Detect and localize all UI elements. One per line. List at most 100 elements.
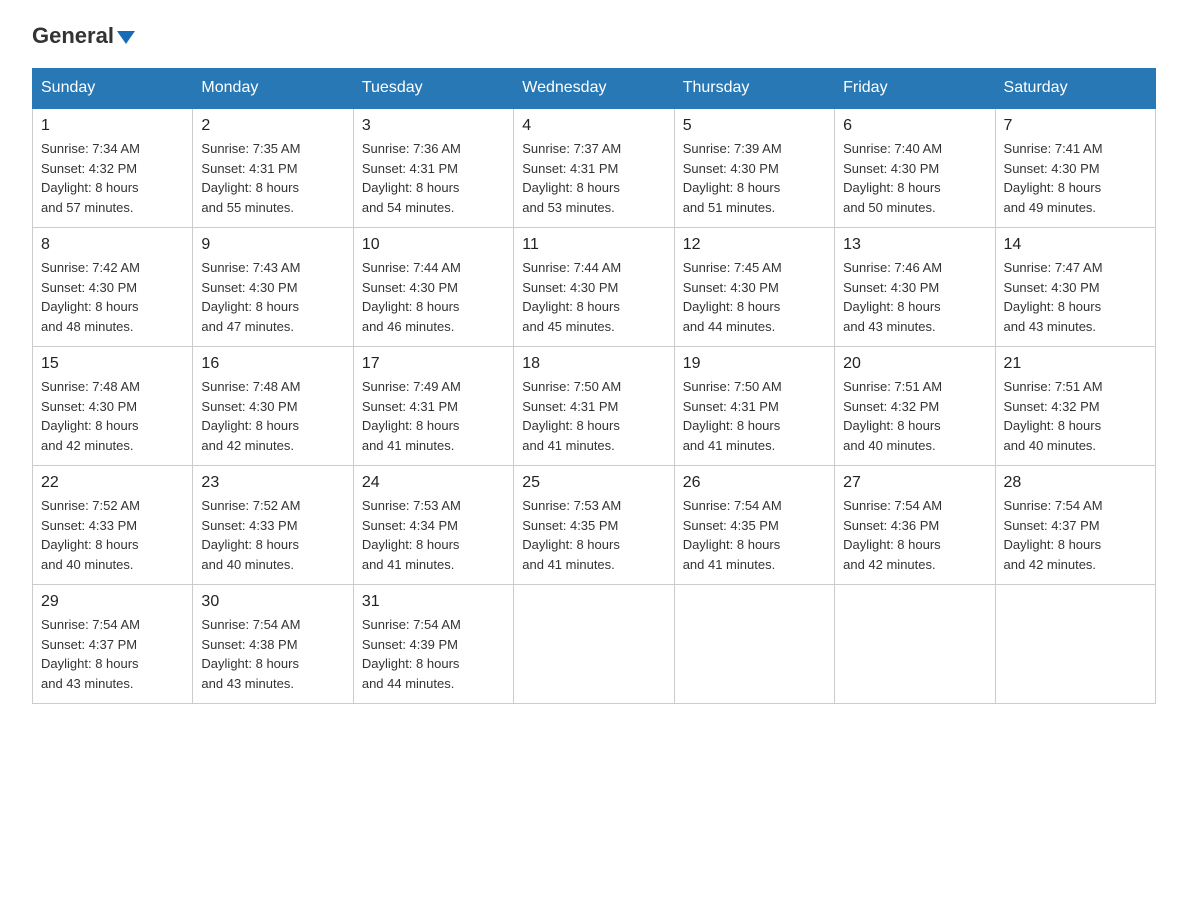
day-number: 21 <box>1004 355 1147 373</box>
day-number: 30 <box>201 593 344 611</box>
day-info: Sunrise: 7:54 AMSunset: 4:39 PMDaylight:… <box>362 615 505 693</box>
day-info: Sunrise: 7:34 AMSunset: 4:32 PMDaylight:… <box>41 139 184 217</box>
col-header-thursday: Thursday <box>674 69 834 109</box>
day-number: 7 <box>1004 117 1147 135</box>
day-info: Sunrise: 7:52 AMSunset: 4:33 PMDaylight:… <box>201 496 344 574</box>
day-info: Sunrise: 7:54 AMSunset: 4:36 PMDaylight:… <box>843 496 986 574</box>
calendar-cell <box>835 585 995 704</box>
day-number: 23 <box>201 474 344 492</box>
calendar-cell: 30 Sunrise: 7:54 AMSunset: 4:38 PMDaylig… <box>193 585 353 704</box>
day-number: 5 <box>683 117 826 135</box>
day-info: Sunrise: 7:40 AMSunset: 4:30 PMDaylight:… <box>843 139 986 217</box>
day-number: 16 <box>201 355 344 373</box>
day-info: Sunrise: 7:48 AMSunset: 4:30 PMDaylight:… <box>201 377 344 455</box>
calendar-cell: 1 Sunrise: 7:34 AMSunset: 4:32 PMDayligh… <box>33 108 193 228</box>
calendar-cell <box>995 585 1155 704</box>
calendar-week-row: 1 Sunrise: 7:34 AMSunset: 4:32 PMDayligh… <box>33 108 1156 228</box>
day-info: Sunrise: 7:45 AMSunset: 4:30 PMDaylight:… <box>683 258 826 336</box>
calendar-cell: 15 Sunrise: 7:48 AMSunset: 4:30 PMDaylig… <box>33 347 193 466</box>
day-number: 24 <box>362 474 505 492</box>
calendar-cell: 8 Sunrise: 7:42 AMSunset: 4:30 PMDayligh… <box>33 228 193 347</box>
day-number: 15 <box>41 355 184 373</box>
day-info: Sunrise: 7:49 AMSunset: 4:31 PMDaylight:… <box>362 377 505 455</box>
logo: General <box>32 24 135 48</box>
calendar-cell: 5 Sunrise: 7:39 AMSunset: 4:30 PMDayligh… <box>674 108 834 228</box>
calendar-cell: 2 Sunrise: 7:35 AMSunset: 4:31 PMDayligh… <box>193 108 353 228</box>
day-number: 11 <box>522 236 665 254</box>
calendar-header-row: SundayMondayTuesdayWednesdayThursdayFrid… <box>33 69 1156 109</box>
calendar-cell: 27 Sunrise: 7:54 AMSunset: 4:36 PMDaylig… <box>835 466 995 585</box>
day-number: 25 <box>522 474 665 492</box>
day-info: Sunrise: 7:44 AMSunset: 4:30 PMDaylight:… <box>522 258 665 336</box>
day-info: Sunrise: 7:42 AMSunset: 4:30 PMDaylight:… <box>41 258 184 336</box>
col-header-sunday: Sunday <box>33 69 193 109</box>
day-number: 27 <box>843 474 986 492</box>
calendar-cell: 4 Sunrise: 7:37 AMSunset: 4:31 PMDayligh… <box>514 108 674 228</box>
day-info: Sunrise: 7:39 AMSunset: 4:30 PMDaylight:… <box>683 139 826 217</box>
day-number: 19 <box>683 355 826 373</box>
day-info: Sunrise: 7:46 AMSunset: 4:30 PMDaylight:… <box>843 258 986 336</box>
calendar-week-row: 22 Sunrise: 7:52 AMSunset: 4:33 PMDaylig… <box>33 466 1156 585</box>
calendar-cell: 19 Sunrise: 7:50 AMSunset: 4:31 PMDaylig… <box>674 347 834 466</box>
day-number: 28 <box>1004 474 1147 492</box>
day-info: Sunrise: 7:53 AMSunset: 4:35 PMDaylight:… <box>522 496 665 574</box>
day-info: Sunrise: 7:36 AMSunset: 4:31 PMDaylight:… <box>362 139 505 217</box>
calendar-cell: 24 Sunrise: 7:53 AMSunset: 4:34 PMDaylig… <box>353 466 513 585</box>
calendar-cell: 28 Sunrise: 7:54 AMSunset: 4:37 PMDaylig… <box>995 466 1155 585</box>
day-number: 2 <box>201 117 344 135</box>
calendar-cell: 17 Sunrise: 7:49 AMSunset: 4:31 PMDaylig… <box>353 347 513 466</box>
col-header-tuesday: Tuesday <box>353 69 513 109</box>
col-header-friday: Friday <box>835 69 995 109</box>
calendar-cell: 23 Sunrise: 7:52 AMSunset: 4:33 PMDaylig… <box>193 466 353 585</box>
col-header-saturday: Saturday <box>995 69 1155 109</box>
logo-line1: General <box>32 24 135 48</box>
day-info: Sunrise: 7:41 AMSunset: 4:30 PMDaylight:… <box>1004 139 1147 217</box>
calendar-cell: 21 Sunrise: 7:51 AMSunset: 4:32 PMDaylig… <box>995 347 1155 466</box>
day-info: Sunrise: 7:54 AMSunset: 4:37 PMDaylight:… <box>1004 496 1147 574</box>
day-number: 4 <box>522 117 665 135</box>
calendar-cell: 26 Sunrise: 7:54 AMSunset: 4:35 PMDaylig… <box>674 466 834 585</box>
calendar-cell: 6 Sunrise: 7:40 AMSunset: 4:30 PMDayligh… <box>835 108 995 228</box>
col-header-monday: Monday <box>193 69 353 109</box>
day-info: Sunrise: 7:51 AMSunset: 4:32 PMDaylight:… <box>843 377 986 455</box>
day-info: Sunrise: 7:37 AMSunset: 4:31 PMDaylight:… <box>522 139 665 217</box>
day-info: Sunrise: 7:44 AMSunset: 4:30 PMDaylight:… <box>362 258 505 336</box>
col-header-wednesday: Wednesday <box>514 69 674 109</box>
day-info: Sunrise: 7:50 AMSunset: 4:31 PMDaylight:… <box>522 377 665 455</box>
day-info: Sunrise: 7:54 AMSunset: 4:35 PMDaylight:… <box>683 496 826 574</box>
day-number: 20 <box>843 355 986 373</box>
day-number: 1 <box>41 117 184 135</box>
page-header: General <box>32 24 1156 48</box>
day-info: Sunrise: 7:53 AMSunset: 4:34 PMDaylight:… <box>362 496 505 574</box>
calendar-cell: 9 Sunrise: 7:43 AMSunset: 4:30 PMDayligh… <box>193 228 353 347</box>
day-info: Sunrise: 7:52 AMSunset: 4:33 PMDaylight:… <box>41 496 184 574</box>
calendar-cell: 3 Sunrise: 7:36 AMSunset: 4:31 PMDayligh… <box>353 108 513 228</box>
day-number: 14 <box>1004 236 1147 254</box>
day-number: 18 <box>522 355 665 373</box>
day-number: 29 <box>41 593 184 611</box>
day-info: Sunrise: 7:50 AMSunset: 4:31 PMDaylight:… <box>683 377 826 455</box>
day-number: 22 <box>41 474 184 492</box>
day-number: 3 <box>362 117 505 135</box>
day-info: Sunrise: 7:54 AMSunset: 4:38 PMDaylight:… <box>201 615 344 693</box>
day-number: 8 <box>41 236 184 254</box>
calendar-cell: 31 Sunrise: 7:54 AMSunset: 4:39 PMDaylig… <box>353 585 513 704</box>
day-info: Sunrise: 7:47 AMSunset: 4:30 PMDaylight:… <box>1004 258 1147 336</box>
calendar-cell <box>514 585 674 704</box>
day-number: 6 <box>843 117 986 135</box>
calendar-table: SundayMondayTuesdayWednesdayThursdayFrid… <box>32 68 1156 704</box>
calendar-week-row: 15 Sunrise: 7:48 AMSunset: 4:30 PMDaylig… <box>33 347 1156 466</box>
day-number: 17 <box>362 355 505 373</box>
calendar-cell: 29 Sunrise: 7:54 AMSunset: 4:37 PMDaylig… <box>33 585 193 704</box>
calendar-cell: 13 Sunrise: 7:46 AMSunset: 4:30 PMDaylig… <box>835 228 995 347</box>
calendar-cell: 20 Sunrise: 7:51 AMSunset: 4:32 PMDaylig… <box>835 347 995 466</box>
day-number: 13 <box>843 236 986 254</box>
day-info: Sunrise: 7:51 AMSunset: 4:32 PMDaylight:… <box>1004 377 1147 455</box>
calendar-week-row: 29 Sunrise: 7:54 AMSunset: 4:37 PMDaylig… <box>33 585 1156 704</box>
calendar-week-row: 8 Sunrise: 7:42 AMSunset: 4:30 PMDayligh… <box>33 228 1156 347</box>
day-info: Sunrise: 7:35 AMSunset: 4:31 PMDaylight:… <box>201 139 344 217</box>
day-number: 9 <box>201 236 344 254</box>
calendar-cell: 11 Sunrise: 7:44 AMSunset: 4:30 PMDaylig… <box>514 228 674 347</box>
day-number: 10 <box>362 236 505 254</box>
calendar-cell: 25 Sunrise: 7:53 AMSunset: 4:35 PMDaylig… <box>514 466 674 585</box>
